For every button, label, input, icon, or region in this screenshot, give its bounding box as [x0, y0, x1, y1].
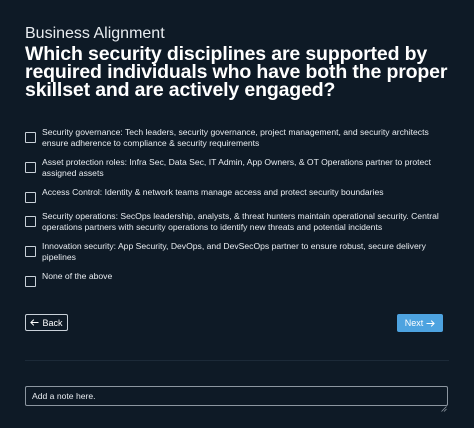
checkbox[interactable]: [25, 162, 36, 173]
arrow-right-icon: [426, 319, 436, 327]
option-none-of-the-above[interactable]: None of the above: [25, 271, 450, 287]
checkbox[interactable]: [25, 216, 36, 227]
option-innovation-security[interactable]: Innovation security: App Security, DevOp…: [25, 241, 450, 263]
resize-grip-icon[interactable]: [441, 399, 447, 412]
section-title: Business Alignment: [25, 25, 165, 42]
next-label: Next: [404, 318, 424, 328]
option-label: Security governance: Tech leaders, secur…: [42, 127, 429, 148]
checkbox[interactable]: [25, 132, 36, 143]
checkbox[interactable]: [25, 276, 36, 287]
back-label: Back: [42, 317, 63, 328]
checkbox[interactable]: [25, 192, 36, 203]
options-list: Security governance: Tech leaders, secur…: [25, 127, 450, 295]
divider: [25, 360, 449, 361]
option-access-control[interactable]: Access Control: Identity & network teams…: [25, 187, 450, 203]
arrow-left-icon: [30, 319, 39, 326]
question-text: Which security disciplines are supported…: [25, 43, 448, 101]
option-label: Access Control: Identity & network teams…: [42, 187, 384, 197]
assessment-panel: Business Alignment Which security discip…: [0, 0, 474, 428]
option-security-operations[interactable]: Security operations: SecOps leadership, …: [25, 211, 450, 233]
option-label: Asset protection roles: Infra Sec, Data …: [42, 157, 431, 178]
option-label: Security operations: SecOps leadership, …: [42, 211, 439, 232]
next-button[interactable]: Next: [397, 314, 443, 332]
option-asset-protection[interactable]: Asset protection roles: Infra Sec, Data …: [25, 157, 450, 179]
option-label: None of the above: [42, 271, 113, 281]
note-input[interactable]: [25, 386, 448, 406]
checkbox[interactable]: [25, 246, 36, 257]
back-button[interactable]: Back: [25, 314, 68, 331]
option-label: Innovation security: App Security, DevOp…: [42, 241, 426, 262]
option-security-governance[interactable]: Security governance: Tech leaders, secur…: [25, 127, 450, 149]
